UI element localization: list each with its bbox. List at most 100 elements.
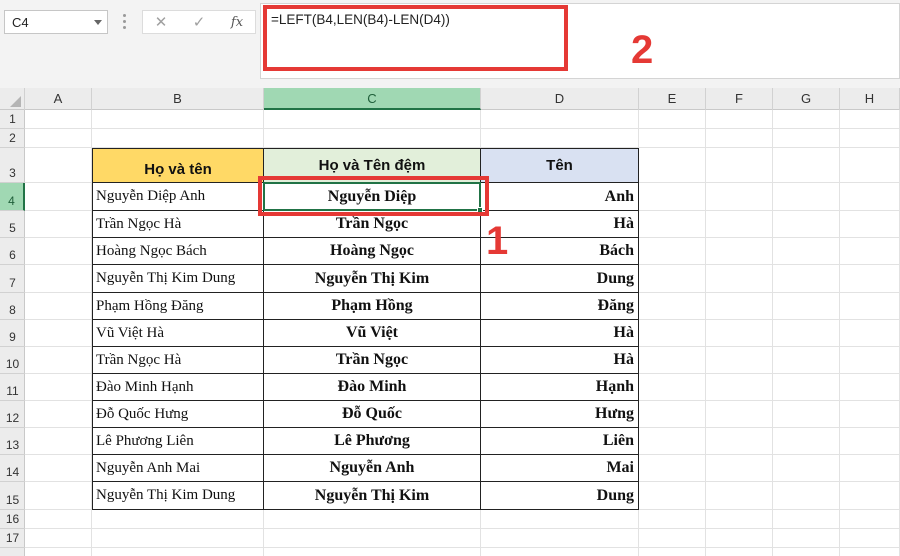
cancel-icon[interactable]: ✕ <box>149 13 173 33</box>
row-header-16[interactable]: 16 <box>0 510 25 529</box>
cell-last-middle-name[interactable]: Nguyễn Thị Kim <box>264 265 481 293</box>
cell-first-name[interactable]: Hà <box>481 320 639 347</box>
row-header-5[interactable]: 5 <box>0 211 25 238</box>
cell-first-name[interactable]: Đăng <box>481 293 639 320</box>
cell-highlight-box <box>258 176 489 216</box>
column-header-f[interactable]: F <box>706 88 773 110</box>
row-header-12[interactable]: 12 <box>0 401 25 428</box>
row-header-9[interactable]: 9 <box>0 320 25 347</box>
cell-grid[interactable]: Họ và tên Họ và Tên đệm Tên Nguyễn Diệp Anh… <box>25 110 900 556</box>
row-header-1[interactable]: 1 <box>0 110 25 129</box>
cell-first-name[interactable]: Liên <box>481 428 639 455</box>
cell-last-middle-name[interactable]: Vũ Việt <box>264 320 481 347</box>
row-header-13[interactable]: 13 <box>0 428 25 455</box>
gridline-horizontal <box>25 128 900 129</box>
row-number: 17 <box>5 531 20 545</box>
formula-highlight-box <box>263 5 568 71</box>
row-number: 13 <box>5 438 20 452</box>
row-header-7[interactable]: 7 <box>0 265 25 293</box>
column-header-a[interactable]: A <box>25 88 92 110</box>
row-number: 14 <box>5 465 20 479</box>
row-header-6[interactable]: 6 <box>0 238 25 265</box>
column-header-d[interactable]: D <box>481 88 639 110</box>
row-number: 3 <box>9 166 16 180</box>
row-number: 16 <box>5 512 20 526</box>
vertical-dots-icon[interactable] <box>123 14 126 30</box>
cell-first-name[interactable]: Mai <box>481 455 639 482</box>
cell-full-name[interactable]: Trần Ngọc Hà <box>92 211 264 238</box>
cell-last-middle-name[interactable]: Trần Ngọc <box>264 347 481 374</box>
row-number: 1 <box>9 112 16 126</box>
row-header-3[interactable]: 3 <box>0 148 25 183</box>
name-box-value: C4 <box>12 15 29 30</box>
formula-bar-area: C4 ✕ ✓ fx =LEFT(B4,LEN(B4)-LEN(D4)) 2 <box>0 0 900 88</box>
cell-last-middle-name[interactable]: Đỗ Quốc <box>264 401 481 428</box>
row-header-4[interactable]: 4 <box>0 183 25 211</box>
row-number: 6 <box>9 248 16 262</box>
row-number: 5 <box>9 221 16 235</box>
cell-first-name[interactable]: Dung <box>481 265 639 293</box>
row-number: 10 <box>5 357 20 371</box>
cell-full-name[interactable]: Nguyễn Thị Kim Dung <box>92 265 264 293</box>
insert-function-icon[interactable]: fx <box>225 13 249 33</box>
cell-full-name[interactable]: Lê Phương Liên <box>92 428 264 455</box>
row-header-17[interactable]: 17 <box>0 529 25 548</box>
row-header-14[interactable]: 14 <box>0 455 25 482</box>
enter-checkmark-icon[interactable]: ✓ <box>187 13 211 33</box>
cell-first-name[interactable]: Hưng <box>481 401 639 428</box>
column-header-b[interactable]: B <box>92 88 264 110</box>
row-header-10[interactable]: 10 <box>0 347 25 374</box>
cell-full-name[interactable]: Đào Minh Hạnh <box>92 374 264 401</box>
select-all-triangle-icon <box>10 96 21 107</box>
annotation-marker-two: 2 <box>631 28 654 72</box>
cell-full-name[interactable]: Nguyễn Diệp Anh <box>92 183 264 211</box>
cell-full-name[interactable]: Nguyễn Anh Mai <box>92 455 264 482</box>
cell-first-name[interactable]: Anh <box>481 183 639 211</box>
cell-full-name[interactable]: Nguyễn Thị Kim Dung <box>92 482 264 510</box>
gridline-horizontal <box>25 528 900 529</box>
cell-full-name[interactable]: Vũ Việt Hà <box>92 320 264 347</box>
header-ten[interactable]: Tên <box>481 148 639 183</box>
column-header-g[interactable]: G <box>773 88 840 110</box>
cell-last-middle-name[interactable]: Nguyễn Anh <box>264 455 481 482</box>
gridline-horizontal <box>25 547 900 548</box>
row-number: 9 <box>9 330 16 344</box>
cell-first-name[interactable]: Hà <box>481 347 639 374</box>
cell-last-middle-name[interactable]: Đào Minh <box>264 374 481 401</box>
row-number: 7 <box>9 276 16 290</box>
row-header-column: 1 2 3 4 5 6 7 8 9 10 11 12 13 14 15 16 17 <box>0 110 25 556</box>
name-box[interactable]: C4 <box>4 10 108 34</box>
cell-first-name[interactable]: Hạnh <box>481 374 639 401</box>
cell-first-name[interactable]: Dung <box>481 482 639 510</box>
cell-last-middle-name[interactable]: Lê Phương <box>264 428 481 455</box>
row-header-8[interactable]: 8 <box>0 293 25 320</box>
cell-last-middle-name[interactable]: Nguyễn Thị Kim <box>264 482 481 510</box>
select-all-button[interactable] <box>0 88 25 110</box>
row-number: 11 <box>6 384 19 398</box>
row-number: 12 <box>5 411 20 425</box>
annotation-marker-one: 1 <box>486 219 509 263</box>
gridline-vertical <box>839 110 840 556</box>
worksheet: ABCDEFGH 1 2 3 4 5 6 7 8 9 10 11 12 13 14 15 16 17 Họ và… <box>0 88 900 556</box>
cell-last-middle-name[interactable]: Hoàng Ngọc <box>264 238 481 265</box>
gridline-vertical <box>705 110 706 556</box>
cell-full-name[interactable]: Đỗ Quốc Hưng <box>92 401 264 428</box>
row-header-2[interactable]: 2 <box>0 129 25 148</box>
formula-buttons: ✕ ✓ fx <box>142 10 256 34</box>
cell-full-name[interactable]: Trần Ngọc Hà <box>92 347 264 374</box>
column-header-e[interactable]: E <box>639 88 706 110</box>
row-number: 2 <box>9 131 16 145</box>
cell-full-name[interactable]: Hoàng Ngọc Bách <box>92 238 264 265</box>
chevron-down-icon[interactable] <box>94 20 102 25</box>
row-number: 8 <box>9 303 16 317</box>
column-header-row: ABCDEFGH <box>0 88 900 110</box>
header-ho-va-ten[interactable]: Họ và tên <box>92 148 264 183</box>
cell-last-middle-name[interactable]: Phạm Hồng <box>264 293 481 320</box>
row-number: 15 <box>5 493 20 507</box>
column-header-h[interactable]: H <box>840 88 900 110</box>
column-header-c[interactable]: C <box>264 88 481 110</box>
row-header-15[interactable]: 15 <box>0 482 25 510</box>
cell-full-name[interactable]: Phạm Hồng Đăng <box>92 293 264 320</box>
gridline-vertical <box>772 110 773 556</box>
row-header-11[interactable]: 11 <box>0 374 25 401</box>
